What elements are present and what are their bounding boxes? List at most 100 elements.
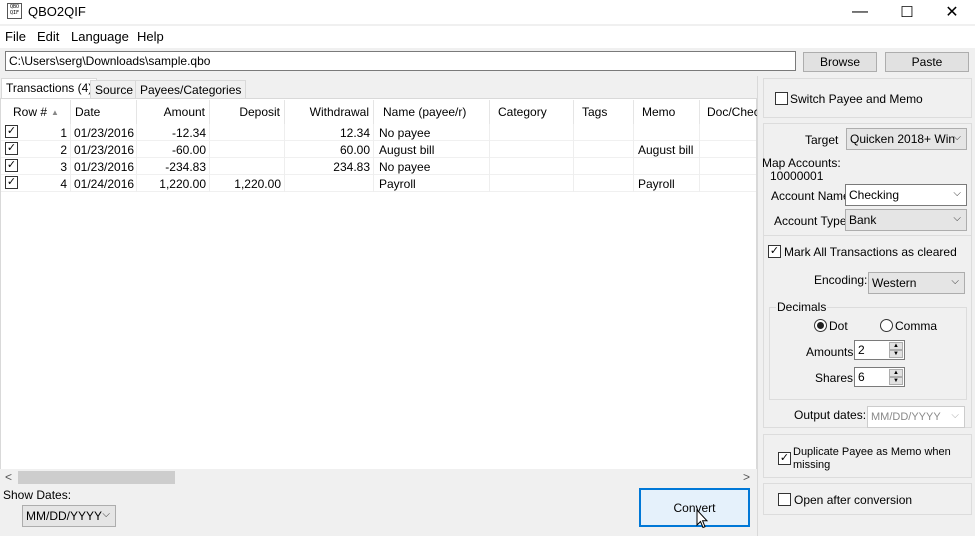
row-checkbox[interactable]: ✓ — [5, 142, 18, 155]
menu-help[interactable]: Help — [137, 29, 164, 44]
cell-name: August bill — [374, 141, 490, 158]
switch-payee-memo-label: Switch Payee and Memo — [790, 92, 923, 106]
scroll-right-icon[interactable]: > — [743, 470, 750, 484]
shares-stepper[interactable]: 6 ▲ ▼ — [854, 367, 905, 387]
close-button[interactable]: ✕ — [929, 0, 975, 24]
tab-payees-categories[interactable]: Payees/Categories — [135, 80, 247, 98]
spin-down-icon[interactable]: ▼ — [889, 350, 903, 358]
table-row[interactable]: ✓ 3 01/23/2016 -234.83 234.83 No payee — [1, 158, 756, 175]
column-header-date[interactable]: Date — [71, 100, 137, 124]
open-after-conversion-checkbox[interactable] — [778, 493, 791, 506]
column-header-row[interactable]: Row # ▲ — [1, 100, 71, 124]
menu-edit[interactable]: Edit — [37, 29, 59, 44]
table-row[interactable]: ✓ 4 01/24/2016 1,220.00 1,220.00 Payroll… — [1, 175, 756, 192]
cell-name: No payee — [374, 124, 490, 141]
dot-radio[interactable] — [814, 319, 827, 332]
output-dates-value: MM/DD/YYYY — [871, 411, 941, 423]
show-dates-select[interactable]: MM/DD/YYYY ⌵ — [22, 505, 116, 527]
cell-row-number: 2 — [21, 141, 71, 158]
spin-up-icon[interactable]: ▲ — [889, 369, 903, 377]
cell-deposit: 1,220.00 — [210, 175, 285, 192]
duplicate-payee-checkbox[interactable]: ✓ — [778, 452, 791, 465]
column-header-amount[interactable]: Amount — [137, 100, 210, 124]
cell-deposit — [210, 141, 285, 158]
open-after-conversion-label: Open after conversion — [794, 493, 913, 507]
cell-amount: -60.00 — [137, 141, 210, 158]
account-type-label: Account Type: — [774, 214, 850, 228]
cell-amount: -12.34 — [137, 124, 210, 141]
mouse-cursor-icon — [696, 509, 708, 529]
column-header-category[interactable]: Category — [490, 100, 574, 124]
column-header-deposit[interactable]: Deposit — [210, 100, 285, 124]
output-dates-label: Output dates: — [794, 408, 867, 422]
tab-transactions[interactable]: Transactions (4) — [1, 78, 98, 99]
table-row[interactable]: ✓ 1 01/23/2016 -12.34 12.34 No payee — [1, 124, 756, 141]
output-dates-select[interactable]: MM/DD/YYYY ⌵ — [867, 406, 965, 428]
chevron-down-icon: ⌵ — [953, 213, 961, 224]
row-checkbox[interactable]: ✓ — [5, 176, 18, 189]
map-accounts-label: Map Accounts: — [762, 156, 841, 170]
column-header-doc-check[interactable]: Doc/Check — [700, 100, 757, 124]
cell-deposit — [210, 158, 285, 175]
cell-tags — [574, 124, 634, 141]
column-header-memo[interactable]: Memo — [634, 100, 700, 124]
spin-up-icon[interactable]: ▲ — [889, 342, 903, 350]
table-row[interactable]: ✓ 2 01/23/2016 -60.00 60.00 August bill … — [1, 141, 756, 158]
account-type-select[interactable]: Bank ⌵ — [845, 209, 967, 231]
target-label: Target — [805, 133, 839, 147]
show-dates-value: MM/DD/YYYY — [26, 509, 103, 523]
scroll-left-icon[interactable]: < — [5, 470, 12, 484]
cell-withdrawal: 234.83 — [285, 158, 374, 175]
target-select[interactable]: Quicken 2018+ Win ⌵ — [846, 128, 967, 150]
cell-row-number: 1 — [21, 124, 71, 141]
scrollbar-thumb[interactable] — [18, 471, 175, 484]
chevron-down-icon: ⌵ — [953, 132, 961, 143]
comma-radio[interactable] — [880, 319, 893, 332]
row-checkbox[interactable]: ✓ — [5, 125, 18, 138]
menu-language[interactable]: Language — [71, 29, 129, 44]
encoding-value: Western — [872, 276, 917, 290]
browse-button[interactable]: Browse — [803, 52, 877, 72]
table-body: ✓ 1 01/23/2016 -12.34 12.34 No payee ✓ 2… — [1, 124, 756, 192]
column-header-row-label: Row # — [13, 105, 48, 119]
duplicate-payee-label: Duplicate Payee as Memo when missing — [793, 446, 951, 471]
cell-withdrawal — [285, 175, 374, 192]
spin-down-icon[interactable]: ▼ — [889, 377, 903, 385]
menu-file[interactable]: File — [5, 29, 26, 44]
cell-name: Payroll — [374, 175, 490, 192]
cell-amount: 1,220.00 — [137, 175, 210, 192]
switch-payee-memo-checkbox[interactable] — [775, 92, 788, 105]
cell-memo: August bill — [634, 141, 700, 158]
cell-deposit — [210, 124, 285, 141]
column-header-name[interactable]: Name (payee/r) — [374, 100, 490, 124]
cell-amount: -234.83 — [137, 158, 210, 175]
cell-tags — [574, 158, 634, 175]
divider — [763, 235, 972, 236]
dot-label: Dot — [829, 319, 848, 333]
cell-name: No payee — [374, 158, 490, 175]
account-name-select[interactable]: Checking ⌵ — [845, 184, 967, 206]
convert-button[interactable]: Convert — [639, 488, 750, 527]
tab-source[interactable]: Source — [90, 80, 139, 98]
chevron-down-icon: ⌵ — [953, 188, 961, 199]
row-checkbox[interactable]: ✓ — [5, 159, 18, 172]
chevron-down-icon: ⌵ — [951, 276, 959, 287]
minimize-button[interactable]: — — [837, 0, 883, 24]
mark-cleared-checkbox[interactable]: ✓ — [768, 245, 781, 258]
cell-row-number: 4 — [21, 175, 71, 192]
account-name-label: Account Name: — [771, 189, 854, 203]
chevron-down-icon: ⌵ — [951, 410, 959, 421]
cell-memo — [634, 124, 700, 141]
amounts-stepper[interactable]: 2 ▲ ▼ — [854, 340, 905, 360]
sort-ascending-icon: ▲ — [51, 107, 59, 117]
cell-category — [490, 124, 574, 141]
column-header-tags[interactable]: Tags — [574, 100, 634, 124]
cell-category — [490, 141, 574, 158]
maximize-button[interactable]: ☐ — [884, 0, 930, 24]
paste-button[interactable]: Paste — [885, 52, 969, 72]
file-path-input[interactable]: C:\Users\serg\Downloads\sample.qbo — [5, 51, 796, 71]
encoding-select[interactable]: Western ⌵ — [868, 272, 965, 294]
column-header-withdrawal[interactable]: Withdrawal — [285, 100, 374, 124]
cell-memo — [634, 158, 700, 175]
account-id: 10000001 — [770, 169, 824, 183]
